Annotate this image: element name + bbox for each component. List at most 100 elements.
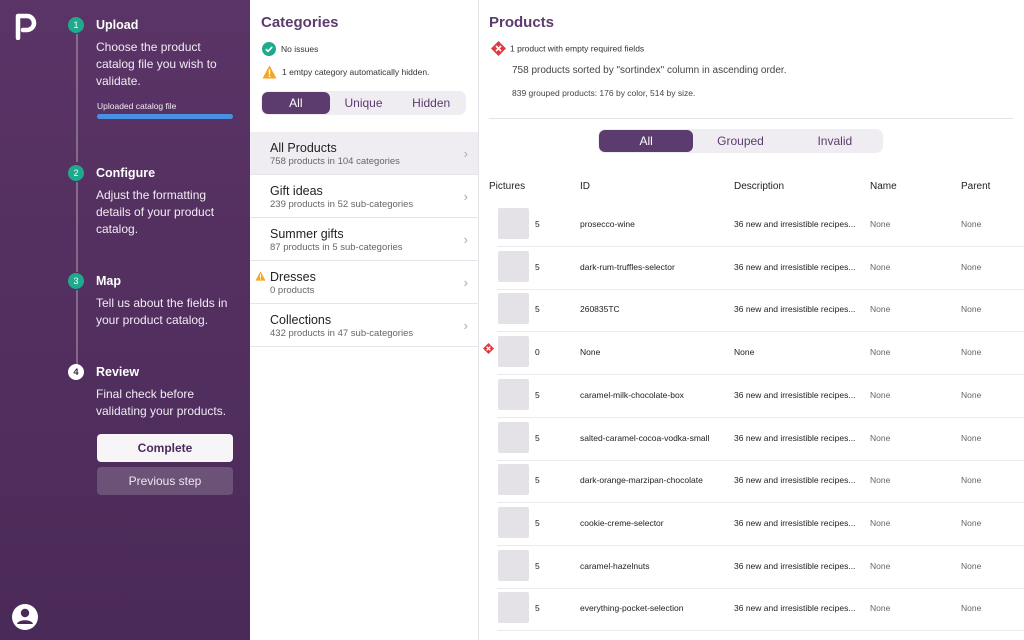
step-connector <box>76 34 78 162</box>
category-name: Collections <box>270 313 332 327</box>
divider <box>489 118 1013 119</box>
category-item[interactable]: Summer gifts 87 products in 5 sub-categor… <box>250 218 478 261</box>
product-id: everything-pocket-selection <box>580 603 684 614</box>
product-description: 36 new and irresistible recipes... <box>734 432 856 443</box>
previous-step-button[interactable]: Previous step <box>97 467 233 495</box>
user-icon[interactable] <box>9 603 41 631</box>
product-thumbnail[interactable] <box>498 336 529 368</box>
notice-hidden-category: 1 emtpy category automatically hidden. <box>262 64 429 79</box>
categories-title: Categories <box>261 14 339 31</box>
step-number: 2 <box>68 165 84 181</box>
group-info: 839 grouped products: 176 by color, 514 … <box>512 88 696 98</box>
product-parent: None <box>961 389 982 400</box>
product-description: 36 new and irresistible recipes... <box>734 261 856 272</box>
product-parent: None <box>961 219 982 229</box>
table-row[interactable]: 5 caramel-milk-chocolate-box 36 new and ir… <box>497 375 1024 418</box>
product-thumbnail[interactable] <box>498 506 529 538</box>
categories-panel: Categories No issues 1 emtpy category au… <box>250 0 479 640</box>
category-item[interactable]: Dresses 0 products › <box>250 261 478 304</box>
picture-count: 5 <box>535 219 540 229</box>
warning-icon <box>262 65 277 79</box>
product-filter-grouped[interactable]: Grouped <box>693 130 787 152</box>
table-row[interactable]: 5 dark-rum-truffles-selector 36 new and ir… <box>497 247 1024 290</box>
step-connector <box>76 182 78 272</box>
product-name: None <box>870 347 891 358</box>
column-header-parent[interactable]: Parent <box>961 181 990 192</box>
notice-text: 1 emtpy category automatically hidden. <box>282 66 430 77</box>
table-row[interactable]: 5 salted-caramel-cocoa-vodka-small 36 new … <box>497 418 1024 461</box>
error-text: 1 product with empty required fields <box>510 43 645 54</box>
app-root: 1 Upload Choose the product catalog file… <box>0 0 1024 640</box>
step-description: Adjust the formatting details of your pr… <box>96 188 215 236</box>
product-thumbnail[interactable] <box>498 378 529 410</box>
column-header-pictures[interactable]: Pictures <box>489 181 525 192</box>
product-id: prosecco-wine <box>580 219 635 229</box>
upload-progress-bar <box>97 114 233 119</box>
table-row[interactable]: 5 everything-pocket-selection 36 new and i… <box>497 588 1024 632</box>
product-thumbnail[interactable] <box>498 421 529 453</box>
product-thumbnail[interactable] <box>498 549 529 581</box>
upload-label: Uploaded catalog file <box>97 101 177 111</box>
category-filter-unique[interactable]: Unique <box>330 92 398 114</box>
chevron-right-icon: › <box>463 189 468 204</box>
product-thumbnail[interactable] <box>498 293 529 325</box>
table-row[interactable]: 5 cookie-creme-selector 36 new and irresis… <box>497 503 1024 546</box>
product-parent: None <box>961 432 982 443</box>
product-thumbnail[interactable] <box>498 250 529 282</box>
picture-count: 5 <box>535 261 540 272</box>
product-description: 36 new and irresistible recipes... <box>734 389 856 400</box>
category-item[interactable]: Gift ideas 239 products in 52 sub-categor… <box>250 175 478 218</box>
table-row[interactable]: 0 None None None None <box>483 332 1024 376</box>
picture-count: 5 <box>535 560 540 571</box>
logo-icon[interactable] <box>14 12 38 40</box>
product-thumbnail[interactable] <box>498 208 529 239</box>
category-filter: All Unique Hidden <box>261 91 466 115</box>
product-filter-all[interactable]: All <box>599 130 694 152</box>
wizard-sidebar: 1 Upload Choose the product catalog file… <box>0 0 250 640</box>
product-name: None <box>870 517 891 528</box>
product-description: 36 new and irresistible recipes... <box>734 517 856 528</box>
chevron-right-icon: › <box>463 146 468 161</box>
product-name: None <box>870 560 891 571</box>
picture-count: 5 <box>535 304 540 315</box>
product-parent: None <box>961 475 982 486</box>
category-item[interactable]: Collections 432 products in 47 sub-catego… <box>250 304 478 347</box>
product-parent: None <box>961 603 982 614</box>
picture-count: 5 <box>535 432 540 443</box>
check-circle-icon <box>262 41 276 56</box>
product-description: 36 new and irresistible recipes... <box>734 475 856 486</box>
step-description: Tell us about the fields in your product… <box>96 296 228 327</box>
notice-text: No issues <box>281 43 319 54</box>
category-filter-hidden[interactable]: Hidden <box>397 92 465 114</box>
products-title: Products <box>489 14 555 31</box>
product-filter-invalid[interactable]: Invalid <box>788 130 882 152</box>
sort-info: 758 products sorted by "sortindex" colum… <box>512 65 787 76</box>
product-id: salted-caramel-cocoa-vodka-small <box>580 432 710 443</box>
product-name: None <box>870 261 891 272</box>
product-parent: None <box>961 560 982 571</box>
product-name: None <box>870 219 891 229</box>
category-item[interactable]: All Products 758 products in 104 categori… <box>250 132 478 175</box>
error-diamond-icon <box>483 343 494 355</box>
complete-button[interactable]: Complete <box>97 434 233 462</box>
table-row[interactable]: 5 dark-orange-marzipan-chocolate 36 new an… <box>497 460 1024 504</box>
category-name: All Products <box>270 141 337 155</box>
column-header-description[interactable]: Description <box>734 181 784 192</box>
product-thumbnail[interactable] <box>498 592 529 624</box>
category-filter-all[interactable]: All <box>262 92 330 114</box>
upload-progress-fill <box>97 114 233 119</box>
column-header-name[interactable]: Name <box>870 181 897 192</box>
product-filter: All Grouped Invalid <box>598 129 883 153</box>
category-count: 87 products in 5 sub-categories <box>270 242 403 253</box>
category-count: 758 products in 104 categories <box>270 156 400 167</box>
table-row[interactable]: 5 260835TC 36 new and irresistible recipes… <box>497 289 1024 333</box>
product-thumbnail[interactable] <box>498 464 529 496</box>
category-list: All Products 758 products in 104 categori… <box>250 132 478 347</box>
chevron-right-icon: › <box>463 275 468 290</box>
table-row[interactable]: 5 prosecco-wine 36 new and irresistible re… <box>497 204 1024 247</box>
category-count: 0 products <box>270 285 315 296</box>
product-id: 260835TC <box>580 304 620 315</box>
notice-no-issues: No issues <box>262 41 318 56</box>
column-header-id[interactable]: ID <box>580 181 590 192</box>
table-row[interactable]: 5 caramel-hazelnuts 36 new and irresistibl… <box>497 546 1024 589</box>
